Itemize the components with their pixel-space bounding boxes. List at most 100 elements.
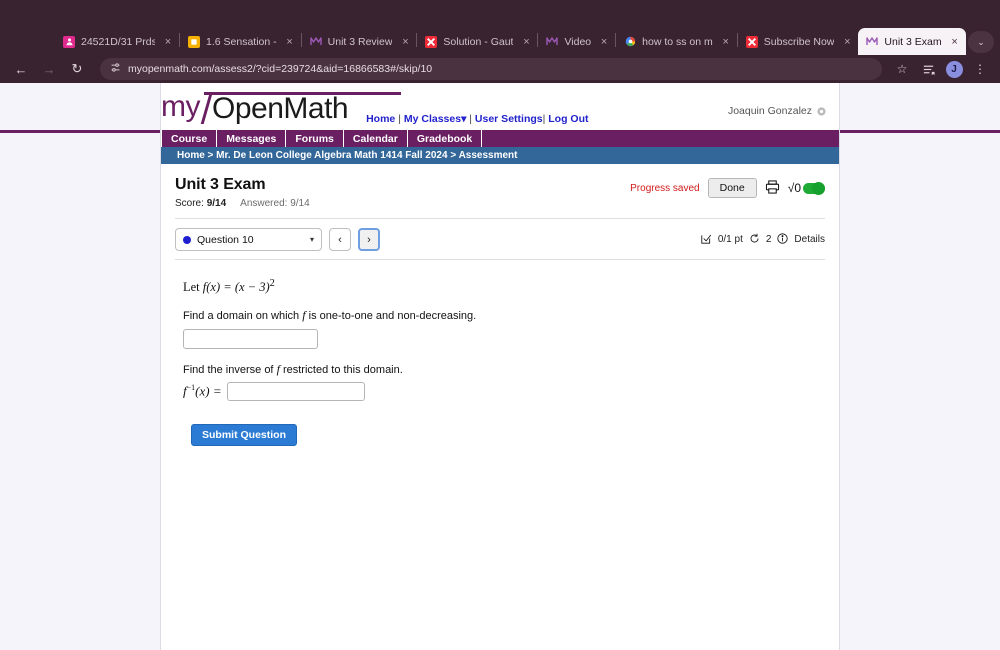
tune-icon[interactable] [110, 60, 121, 78]
browser-tab-2[interactable]: Unit 3 Review × [302, 28, 417, 55]
breadcrumb: Home > Mr. De Leon College Algebra Math … [161, 147, 839, 164]
myopenmath-logo[interactable]: my OpenMath [161, 89, 402, 126]
myopenmath-icon [546, 36, 559, 48]
close-icon[interactable]: × [948, 35, 962, 49]
gear-icon[interactable] [816, 106, 827, 117]
tab-search-button[interactable]: ⌄ [968, 31, 994, 53]
tab-title: Solution - Gaut [443, 35, 514, 48]
site-header: my OpenMath Home | My Classes▾ | User Set… [161, 83, 839, 130]
header-link-log-out[interactable]: Log Out [548, 113, 588, 125]
nav-tab-forums[interactable]: Forums [286, 130, 344, 147]
selected-question-label: Question 10 [197, 233, 254, 246]
close-icon[interactable]: × [283, 35, 297, 49]
page-viewport: my OpenMath Home | My Classes▾ | User Set… [0, 83, 1000, 650]
prompt2-text-a: Find the inverse of [183, 364, 274, 377]
score-value: 9/14 [206, 198, 227, 209]
close-icon[interactable]: × [597, 35, 611, 49]
answered-value: 9/14 [290, 198, 310, 209]
next-question-button[interactable]: › [358, 228, 380, 251]
tab-title: Video [564, 35, 592, 48]
question-select-dropdown[interactable]: Question 10 ▾ [175, 228, 322, 251]
browser-tab-3[interactable]: Solution - Gaut × [417, 28, 537, 55]
browser-tab-6[interactable]: Subscribe Now × [738, 28, 859, 55]
answered-item: Answered: 9/14 [240, 198, 310, 209]
gauth-icon [745, 35, 758, 48]
score-label: Score: [175, 198, 204, 209]
myopenmath-icon [866, 36, 879, 48]
tab-title: Unit 3 Review [327, 35, 393, 48]
question-statement: Let f(x) = (x − 3)2 [183, 278, 825, 295]
header-nav-links: Home | My Classes▾ | User Settings| Log … [366, 113, 588, 125]
inverse-function-label: f−1(x) = [183, 383, 222, 399]
google-icon [624, 36, 636, 48]
browser-menu-icon[interactable]: ⋮ [968, 57, 992, 81]
browser-toolbar: ← → ↻ myopenmath.com/assess2/?cid=239724… [0, 55, 1000, 83]
details-link[interactable]: Details [794, 234, 825, 245]
prompt1-text-a: Find a domain on which [183, 310, 300, 323]
printer-icon[interactable] [765, 180, 780, 196]
progress-saved-status: Progress saved [630, 182, 700, 194]
math-input-toggle[interactable]: √0 [788, 181, 825, 195]
divider [175, 218, 825, 219]
answered-label: Answered: [240, 198, 288, 209]
question-prompt-2: Find the inverse of f restricted to this… [183, 362, 825, 377]
document-icon [188, 35, 200, 48]
close-icon[interactable]: × [719, 35, 733, 49]
browser-tab-5[interactable]: how to ss on m × [616, 28, 737, 55]
page-title: Unit 3 Exam [175, 176, 266, 193]
back-icon[interactable]: ← [8, 56, 34, 82]
page-container: my OpenMath Home | My Classes▾ | User Set… [160, 83, 840, 650]
domain-answer-input[interactable] [183, 329, 318, 350]
assessment-header-row: Unit 3 Exam Score: 9/14 Answered: 9/14 P… [175, 176, 825, 209]
user-account[interactable]: Joaquin Gonzalez [728, 105, 827, 117]
nav-tab-messages[interactable]: Messages [217, 130, 287, 147]
statement-exponent: 2 [269, 278, 275, 289]
prompt1-function: f [302, 308, 306, 323]
bookmark-star-icon[interactable]: ☆ [890, 57, 914, 81]
toggle-switch[interactable] [803, 181, 825, 195]
statement-prefix: Let [183, 280, 200, 295]
header-link-user-settings[interactable]: User Settings [475, 113, 543, 125]
person-badge-icon [63, 35, 75, 48]
logo-my: my [161, 90, 201, 123]
profile-avatar[interactable]: J [942, 57, 966, 81]
reload-icon[interactable]: ↻ [64, 56, 90, 82]
attempts-label: 2 [765, 234, 772, 245]
close-icon[interactable]: × [161, 35, 175, 49]
assessment-title-block: Unit 3 Exam Score: 9/14 Answered: 9/14 [175, 176, 310, 209]
nav-tab-calendar[interactable]: Calendar [344, 130, 408, 147]
close-icon[interactable]: × [840, 35, 854, 49]
browser-tab-7-active[interactable]: Unit 3 Exam × [858, 28, 966, 55]
chevron-down-icon[interactable]: ▾ [310, 235, 314, 244]
header-link-home[interactable]: Home [366, 113, 395, 125]
browser-tab-1[interactable]: 1.6 Sensation - × [180, 28, 301, 55]
address-bar[interactable]: myopenmath.com/assess2/?cid=239724&aid=1… [100, 58, 882, 80]
tab-title: 1.6 Sensation - [206, 35, 277, 48]
submit-question-button[interactable]: Submit Question [191, 424, 297, 447]
info-circle-icon[interactable] [777, 232, 789, 247]
main-nav-tabs: Course Messages Forums Calendar Gradeboo… [161, 130, 839, 147]
nav-tab-gradebook[interactable]: Gradebook [408, 130, 483, 147]
tab-title: how to ss on m [642, 35, 713, 48]
logo-openmath: OpenMath [203, 92, 402, 125]
chevron-down-icon[interactable]: ▾ [461, 113, 466, 125]
question-meta: 0/1 pt 2 Details [701, 232, 825, 247]
question-nav-left: Question 10 ▾ ‹ › [175, 228, 380, 251]
prev-question-button[interactable]: ‹ [329, 228, 351, 251]
browser-tab-0[interactable]: 24521D/31 Prds × [55, 28, 179, 55]
header-link-my-classes[interactable]: My Classes [404, 113, 461, 125]
inverse-answer-input[interactable] [226, 382, 365, 402]
reading-list-icon[interactable] [916, 57, 940, 81]
nav-tab-course[interactable]: Course [161, 130, 218, 147]
close-icon[interactable]: × [398, 35, 412, 49]
browser-tab-4[interactable]: Video × [538, 28, 615, 55]
inverse-answer-row: f−1(x) = [183, 382, 825, 402]
tab-strip: 24521D/31 Prds × 1.6 Sensation - × Unit … [0, 25, 1000, 55]
done-button[interactable]: Done [707, 178, 757, 198]
tab-title: 24521D/31 Prds [81, 35, 155, 48]
radical-icon: √0 [787, 181, 801, 195]
gauth-icon [425, 35, 438, 48]
forward-icon[interactable]: → [36, 56, 62, 82]
browser-window: 24521D/31 Prds × 1.6 Sensation - × Unit … [0, 0, 1000, 650]
close-icon[interactable]: × [519, 35, 533, 49]
